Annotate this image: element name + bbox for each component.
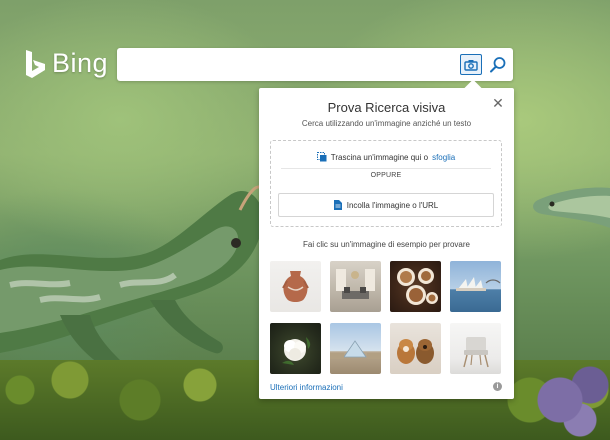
example-image-chair[interactable] [450, 323, 501, 374]
example-image-living-room[interactable] [330, 261, 381, 312]
search-bar [117, 48, 513, 81]
example-image-dogs[interactable] [390, 323, 441, 374]
document-icon [333, 200, 342, 210]
paste-url-label: Incolla l'immagine o l'URL [346, 200, 439, 210]
more-info-link[interactable]: Ulteriori informazioni [270, 383, 343, 392]
chair-image [463, 337, 489, 368]
example-image-sydney-opera-house[interactable] [450, 261, 501, 312]
louvre-image [330, 340, 381, 359]
examples-caption: Fai clic su un'immagine di esempio per p… [303, 240, 470, 249]
search-icon [490, 57, 506, 73]
browse-link[interactable]: sfoglia [432, 153, 455, 162]
bing-logo-icon [26, 49, 45, 78]
panel-subtitle: Cerca utilizzando un'immagine anziché un… [301, 119, 472, 128]
bing-wordmark: Bing [52, 48, 109, 78]
drag-text: Trascina un'immagine qui o [330, 152, 429, 162]
search-input[interactable] [125, 48, 455, 81]
divider [281, 168, 491, 169]
sydney-opera-house-image [456, 277, 501, 291]
lizard-head-illustration [533, 187, 610, 228]
coffee-image [397, 268, 438, 305]
image-dropzone[interactable]: Trascina un'immagine qui o sfoglia OPPUR… [270, 140, 502, 227]
drag-row: Trascina un'immagine qui o sfoglia [271, 152, 501, 162]
vase-image [282, 271, 309, 302]
dogs-image [397, 339, 434, 364]
example-image-white-flower[interactable] [270, 323, 321, 374]
lichen-foreground [520, 350, 610, 440]
paste-url-button[interactable]: Incolla l'immagine o l'URL [278, 193, 494, 217]
white-flower-image [282, 337, 311, 365]
example-image-coffee[interactable] [390, 261, 441, 312]
visual-search-button[interactable] [460, 54, 482, 75]
lizard-illustration [0, 185, 264, 372]
camera-icon [464, 59, 478, 71]
panel-title: Prova Ricerca visiva [327, 100, 446, 115]
or-label: OPPURE [370, 172, 402, 179]
search-button[interactable] [487, 54, 509, 76]
example-image-louvre[interactable] [330, 323, 381, 374]
info-icon[interactable]: i [493, 382, 502, 391]
example-image-grid [270, 261, 502, 374]
bing-logo[interactable]: Bing [24, 48, 108, 79]
visual-search-panel: ✕ Prova Ricerca visiva Cerca utilizzando… [259, 88, 514, 399]
living-room-image [336, 269, 375, 299]
example-image-vase[interactable] [270, 261, 321, 312]
drag-image-icon [316, 152, 327, 162]
